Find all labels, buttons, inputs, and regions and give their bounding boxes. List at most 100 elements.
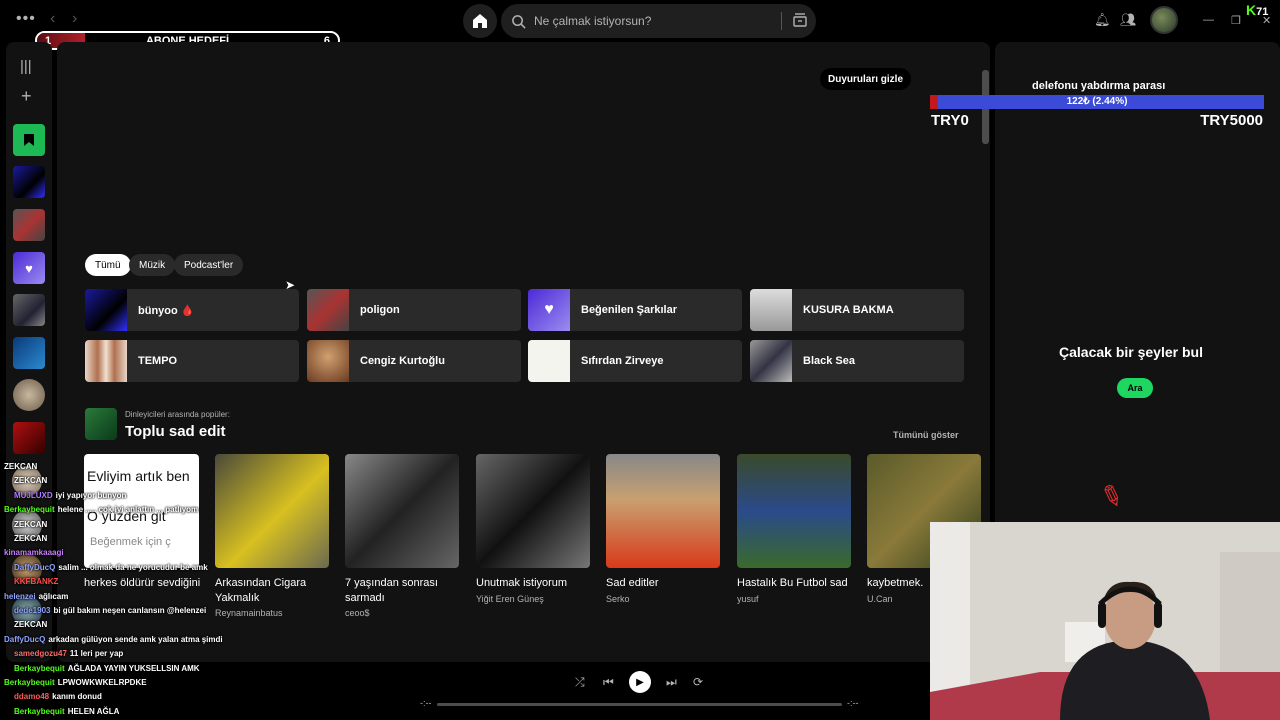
playlist-title[interactable]: Arkasından Cigara Yakmalık	[215, 576, 335, 606]
card-art	[528, 340, 570, 382]
sidebar-item-playlist[interactable]	[13, 422, 45, 454]
card-art	[307, 340, 349, 382]
search-button[interactable]: Ara	[1117, 378, 1153, 398]
player-bar	[0, 662, 930, 720]
quick-card-sifirdan-zirveye[interactable]: Sıfırdan Zirveye	[528, 340, 742, 382]
add-icon[interactable]: +	[21, 86, 32, 107]
sidebar-item-playlist[interactable]	[13, 337, 45, 369]
donation-goal: delefonu yabdırma parası 122₺ (2.44%) TR…	[930, 80, 1264, 132]
section-title[interactable]: Toplu sad edit	[125, 423, 226, 440]
heart-icon: ♥	[25, 260, 33, 276]
playlist-tile[interactable]	[476, 454, 590, 568]
sidebar-item-saved-episodes[interactable]	[13, 124, 45, 156]
sidebar-item-playlist[interactable]	[13, 166, 45, 198]
playlist-owner: Reynamainbatus	[215, 608, 283, 618]
library-sidebar: ||| + ♥	[6, 42, 52, 662]
quick-card-cengiz-kurtoglu[interactable]: Cengiz Kurtoğlu	[307, 340, 521, 382]
forward-arrow-icon[interactable]: ›	[72, 10, 77, 28]
playlist-title[interactable]: Sad editler	[606, 576, 726, 591]
avatar[interactable]	[1150, 6, 1178, 34]
show-all-link[interactable]: Tümünü göster	[893, 430, 959, 440]
bookmark-icon	[24, 134, 34, 146]
playlist-owner: Serko	[606, 594, 630, 604]
card-art	[307, 289, 349, 331]
elapsed-time: -:--	[420, 698, 432, 708]
progress-bar[interactable]	[437, 703, 842, 706]
playlist-title[interactable]: herkes öldürür sevdiğini	[84, 576, 204, 591]
sidebar-item-playlist[interactable]	[13, 209, 45, 241]
quick-card-liked-songs[interactable]: ♥ Beğenilen Şarkılar	[528, 289, 742, 331]
sidebar-item-liked-songs[interactable]: ♥	[13, 252, 45, 284]
playlist-tile[interactable]	[606, 454, 720, 568]
playlist-tile[interactable]	[737, 454, 851, 568]
hide-announcements-button[interactable]: Duyuruları gizle	[820, 68, 912, 90]
menu-dots-icon[interactable]: •••	[16, 10, 36, 28]
card-art	[85, 289, 127, 331]
bell-icon[interactable]: 🔔︎	[1094, 12, 1111, 28]
card-label: TEMPO	[138, 355, 178, 367]
playlist-title[interactable]: 7 yaşından sonrası sarmadı	[345, 576, 465, 606]
card-label: KUSURA BAKMA	[803, 304, 894, 316]
filter-music[interactable]: Müzik	[129, 254, 176, 276]
playlist-title[interactable]: kaybetmek.	[867, 576, 929, 591]
back-arrow-icon[interactable]: ‹	[50, 10, 55, 28]
home-button[interactable]	[463, 4, 497, 38]
playlist-title[interactable]: Hastalık Bu Futbol sad	[737, 576, 857, 591]
filter-all[interactable]: Tümü	[85, 254, 131, 276]
playlist-tile[interactable]	[345, 454, 459, 568]
search-bar[interactable]: Ne çalmak istiyorsun?	[501, 4, 816, 38]
card-label: Beğenilen Şarkılar	[581, 304, 677, 316]
play-icon: ▶	[636, 676, 644, 688]
quick-card-bunyoo[interactable]: bünyoo 🩸	[85, 289, 299, 331]
library-icon[interactable]: |||	[20, 58, 32, 75]
quick-card-kusura-bakma[interactable]: KUSURA BAKMA	[750, 289, 964, 331]
sidebar-item-artist[interactable]	[13, 379, 45, 411]
card-label: Sıfırdan Zirveye	[581, 355, 664, 367]
playlist-owner: Yiğit Eren Güneş	[476, 594, 544, 604]
sidebar-item-playlist[interactable]	[13, 294, 45, 326]
playlist-title[interactable]: Unutmak istiyorum	[476, 576, 596, 591]
play-button[interactable]: ▶	[629, 671, 651, 693]
find-something-title: Çalacak bir şeyler bul	[1059, 344, 1203, 360]
donation-title: delefonu yabdırma parası	[1032, 80, 1166, 92]
section-subtitle: Dinleyicileri arasında popüler:	[125, 410, 230, 419]
card-label: bünyoo 🩸	[138, 304, 195, 317]
quote-line: O yüzden git	[87, 508, 166, 524]
filter-podcasts[interactable]: Podcast'ler	[174, 254, 244, 276]
playlist-owner: yusuf	[737, 594, 759, 604]
card-art	[750, 340, 792, 382]
card-art	[85, 340, 127, 382]
playlist-tile[interactable]: Evliyim artık ben O yüzden git Beğenmek …	[84, 454, 199, 568]
repeat-icon[interactable]: ⟳	[693, 675, 703, 689]
playlist-owner: ceoo$	[345, 608, 370, 618]
playlist-tile[interactable]	[215, 454, 329, 568]
minimize-icon[interactable]: —	[1203, 14, 1214, 26]
previous-icon[interactable]: ⏮︎	[603, 675, 614, 690]
browse-icon[interactable]	[792, 12, 808, 28]
donation-bar: 122₺ (2.44%)	[930, 95, 1264, 109]
quick-card-poligon[interactable]: poligon	[307, 289, 521, 331]
card-art: ♥	[528, 289, 570, 331]
section-artist-thumb[interactable]	[85, 408, 117, 440]
search-icon	[512, 14, 526, 29]
playlist-owner: U.Can	[867, 594, 893, 604]
home-icon	[473, 14, 487, 28]
card-label: poligon	[360, 304, 400, 316]
quick-card-tempo[interactable]: TEMPO	[85, 340, 299, 382]
total-time: -:--	[847, 698, 859, 708]
shuffle-icon[interactable]: ⤮	[575, 675, 585, 690]
webcam-image	[930, 522, 1280, 720]
search-input[interactable]: Ne çalmak istiyorsun?	[534, 14, 651, 28]
search-divider	[781, 12, 782, 30]
quick-card-black-sea[interactable]: Black Sea	[750, 340, 964, 382]
next-icon[interactable]: ⏭︎	[666, 675, 677, 690]
donation-max: TRY5000	[1200, 112, 1263, 129]
maximize-icon[interactable]: ❐	[1231, 14, 1241, 27]
donation-progress-text: 122₺ (2.44%)	[1066, 96, 1128, 107]
quote-line: Evliyim artık ben	[87, 468, 190, 484]
kick-logo: K71	[1246, 2, 1269, 18]
quote-line: Beğenmek için ç	[90, 536, 171, 548]
card-art	[750, 289, 792, 331]
friends-icon[interactable]: 👥︎	[1120, 12, 1137, 28]
heart-icon: ♥	[544, 301, 554, 318]
